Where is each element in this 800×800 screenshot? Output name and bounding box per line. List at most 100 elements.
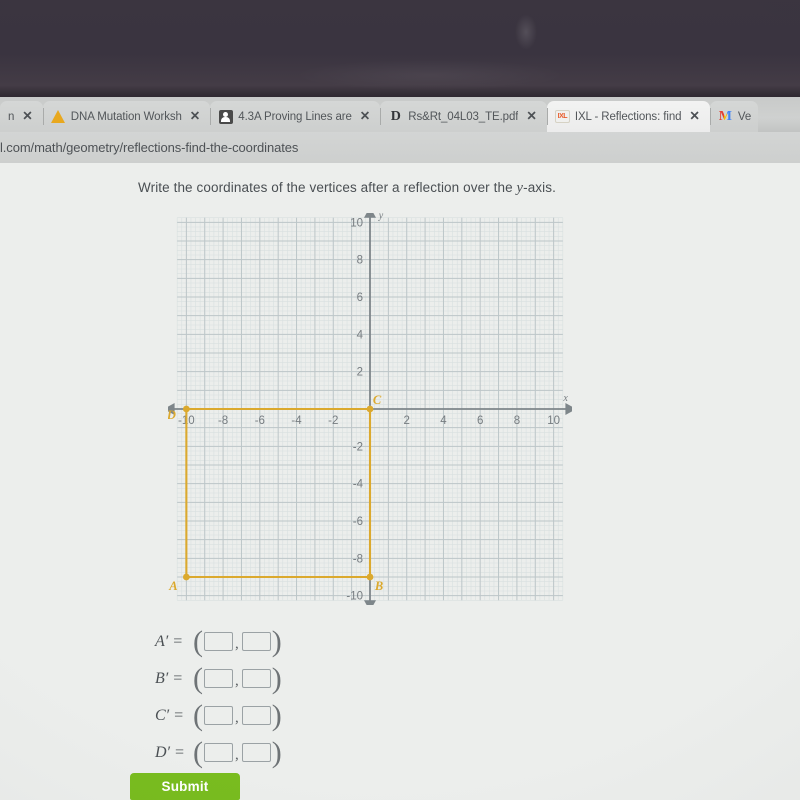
y-tick-label: 6: [357, 292, 363, 304]
url-text[interactable]: l.com/math/geometry/reflections-find-the…: [0, 140, 298, 155]
browser-tab-strip[interactable]: n ✕ DNA Mutation Worksh ✕ 4.3A Proving Lines…: [0, 97, 800, 132]
vertex-label-B: B: [374, 579, 383, 593]
answer-y-input-2[interactable]: [241, 706, 271, 725]
vertex-point-D[interactable]: [182, 405, 190, 413]
browser-tab-4[interactable]: IXL IXL - Reflections: find ✕: [546, 101, 710, 132]
y-tick-label: -6: [353, 516, 363, 528]
y-axis-top-arrow: [364, 213, 376, 218]
y-tick-label: 2: [357, 367, 363, 379]
close-paren: ): [271, 624, 282, 658]
comma-separator: ,: [235, 747, 239, 763]
close-paren: ): [271, 735, 282, 769]
tab-close-icon[interactable]: ✕: [523, 110, 539, 123]
vertex-label-C: C: [373, 393, 382, 407]
x-tick-label: -2: [328, 415, 338, 427]
screen-glare-reflection-secondary: [300, 60, 560, 90]
tab-close-icon[interactable]: ✕: [19, 110, 35, 123]
browser-tab-5[interactable]: M Ve: [709, 101, 759, 132]
x-tick-label: 2: [404, 415, 410, 427]
y-tick-label: -8: [353, 553, 363, 565]
answer-y-input-0[interactable]: [241, 632, 271, 651]
comma-separator: ,: [235, 673, 239, 689]
browser-tab-0[interactable]: n ✕: [0, 101, 43, 132]
browser-tab-2[interactable]: 4.3A Proving Lines are ✕: [210, 101, 381, 132]
close-paren: ): [271, 698, 282, 732]
close-paren: ): [271, 661, 282, 695]
x-tick-label: -4: [291, 415, 302, 427]
browser-tab-1[interactable]: DNA Mutation Worksh ✕: [42, 101, 211, 132]
y-tick-label: 8: [357, 255, 363, 267]
x-tick-label: 8: [514, 415, 520, 427]
y-tick-label: 4: [357, 329, 364, 341]
screen-glare-reflection: [515, 14, 537, 50]
tab-separator: [42, 108, 44, 125]
answer-label: A′ =: [155, 632, 184, 650]
browser-url-bar[interactable]: l.com/math/geometry/reflections-find-the…: [0, 132, 800, 163]
browser-tab-3[interactable]: D Rs&Rt_04L03_TE.pdf ✕: [380, 101, 547, 132]
x-axis-label: x: [562, 393, 568, 404]
tab-title: Rs&Rt_04L03_TE.pdf: [408, 110, 519, 123]
answer-x-input-3[interactable]: [204, 743, 233, 762]
answer-row-0: A′ = (,): [155, 623, 282, 660]
y-tick-label: -2: [353, 441, 363, 453]
answer-x-input-0[interactable]: [204, 632, 233, 651]
tab-close-icon[interactable]: ✕: [187, 110, 203, 123]
answer-row-1: B′ = (,): [155, 660, 282, 697]
vertex-label-D: D: [168, 408, 176, 422]
answer-y-input-3[interactable]: [241, 743, 271, 762]
contact-card-icon: [218, 109, 233, 124]
tab-separator: [709, 108, 711, 125]
tab-separator: [546, 108, 548, 125]
question-text-after: -axis.: [523, 180, 556, 195]
pdf-document-icon: D: [390, 108, 401, 124]
tab-title: DNA Mutation Worksh: [70, 110, 182, 123]
y-tick-label: -10: [346, 591, 363, 603]
tab-title: IXL - Reflections: find: [574, 110, 682, 123]
y-tick-label: 10: [350, 217, 363, 229]
answer-label: D′ =: [155, 743, 185, 761]
x-axis-right-arrow: [565, 403, 572, 415]
tab-title: n: [8, 110, 15, 123]
open-paren: (: [193, 661, 203, 695]
x-tick-label: -6: [255, 415, 265, 427]
vertex-point-A[interactable]: [182, 573, 190, 581]
submit-button[interactable]: Submit: [130, 773, 240, 800]
graph-svg: -10-8-6-4-2246810108642-2-4-6-8-10xyABCD: [168, 213, 572, 605]
x-tick-label: 4: [440, 415, 447, 427]
answer-inputs-group: A′ = (,) B′ = (,) C′ = (,) D′ = (,): [155, 623, 282, 771]
answer-row-3: D′ = (,): [155, 734, 282, 771]
comma-separator: ,: [235, 636, 239, 652]
ixl-logo-icon: IXL: [554, 109, 570, 124]
answer-label: C′ =: [155, 706, 184, 724]
comma-separator: ,: [235, 710, 239, 726]
question-prompt: Write the coordinates of the vertices af…: [138, 180, 556, 197]
open-paren: (: [193, 698, 203, 732]
x-tick-label: 10: [547, 415, 560, 427]
browser-title-bar: [0, 0, 800, 97]
y-tick-label: -4: [353, 479, 364, 491]
answer-row-2: C′ = (,): [155, 697, 282, 734]
y-axis-label: y: [378, 213, 384, 222]
warning-triangle-icon: [51, 109, 66, 124]
answer-x-input-2[interactable]: [204, 706, 233, 725]
vertex-label-A: A: [168, 579, 177, 593]
tab-separator: [380, 108, 382, 125]
x-tick-label: 6: [477, 415, 483, 427]
x-tick-label: -8: [218, 415, 228, 427]
open-paren: (: [193, 735, 203, 769]
page-content: Write the coordinates of the vertices af…: [0, 163, 800, 800]
gmail-icon: M: [718, 108, 733, 124]
tab-title: Ve: [737, 110, 752, 123]
tab-title: 4.3A Proving Lines are: [238, 110, 352, 123]
open-paren: (: [193, 624, 203, 658]
tab-separator: [210, 108, 212, 125]
tab-close-icon[interactable]: ✕: [357, 110, 373, 123]
answer-x-input-1[interactable]: [204, 669, 233, 688]
coordinate-plane-graph[interactable]: -10-8-6-4-2246810108642-2-4-6-8-10xyABCD: [168, 213, 572, 605]
vertex-point-B[interactable]: [366, 573, 374, 581]
answer-label: B′ =: [155, 669, 184, 687]
answer-y-input-1[interactable]: [241, 669, 271, 688]
tab-close-icon[interactable]: ✕: [686, 110, 702, 123]
y-axis-bottom-arrow: [364, 600, 376, 605]
question-text-before: Write the coordinates of the vertices af…: [138, 180, 517, 195]
